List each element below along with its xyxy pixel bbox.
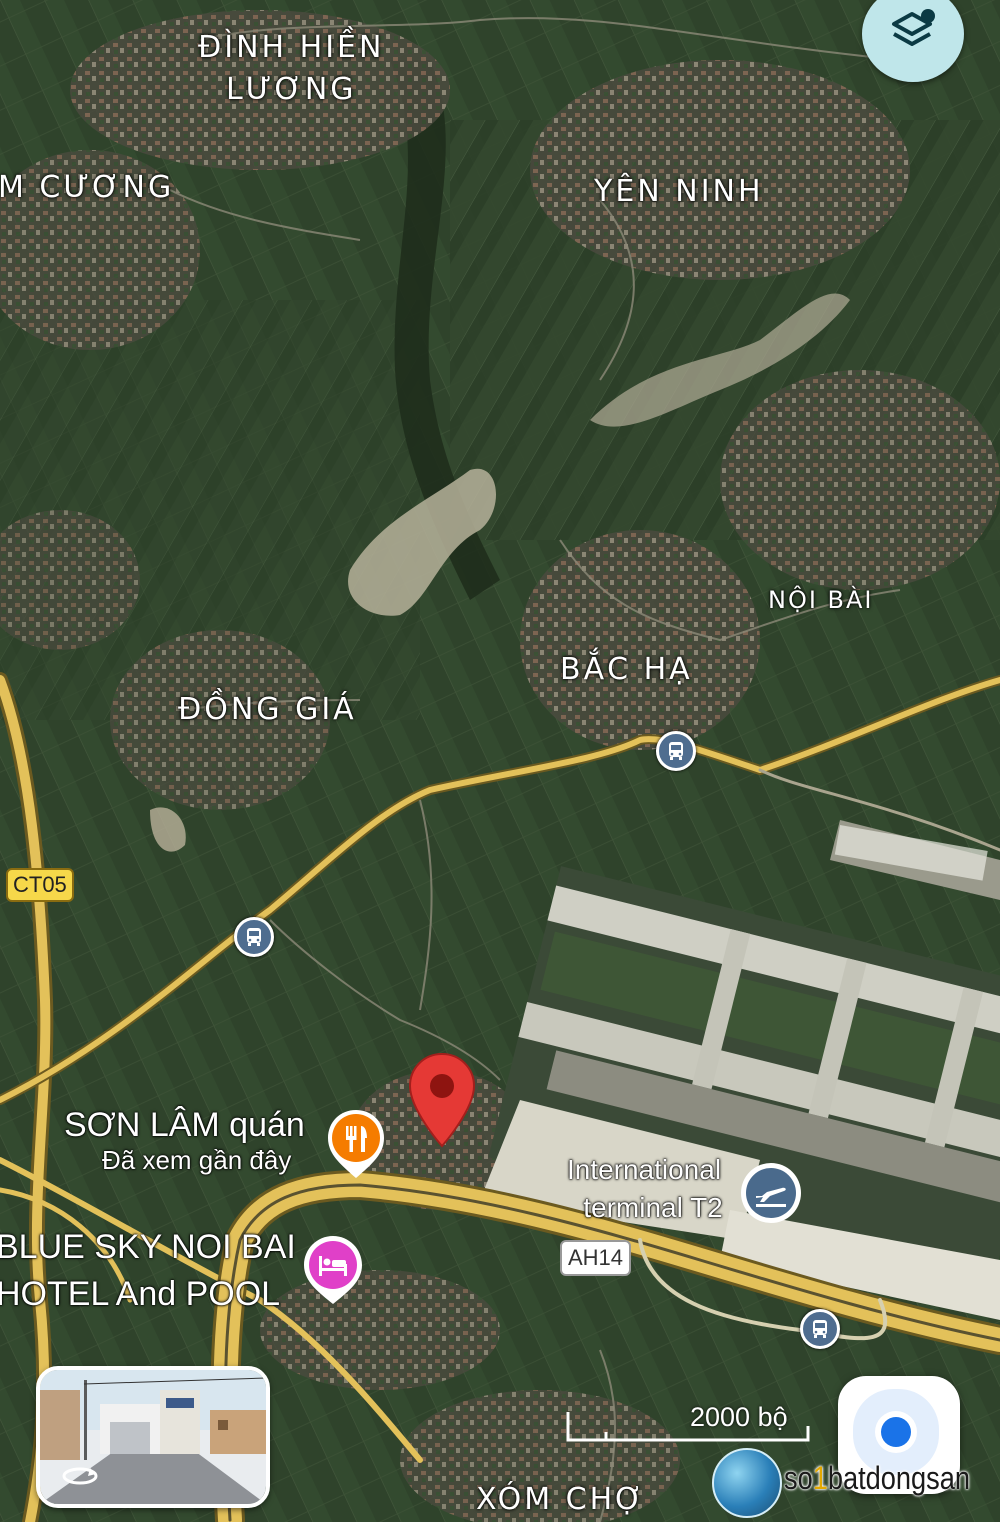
watermark-prefix: so <box>784 1460 813 1496</box>
place-yen-ninh-label: YÊN NINH <box>594 174 764 209</box>
my-location-icon <box>881 1417 911 1447</box>
bus-stop-icon[interactable] <box>656 731 696 771</box>
place-bac-ha[interactable]: BẮC HẠ <box>560 652 693 688</box>
place-dinh-hien-luong-line2: LƯƠNG <box>226 72 357 107</box>
poi-terminal-t2[interactable]: International terminal T2 <box>556 1154 732 1224</box>
place-xom-cho-label: XÓM CHỢ <box>476 1482 646 1517</box>
airport-icon[interactable] <box>740 1162 802 1224</box>
poi-blue-sky-line1: BLUE SKY NOI BAI <box>0 1228 296 1266</box>
place-m-cuong[interactable]: M CƯƠNG <box>0 170 174 206</box>
layers-button[interactable] <box>862 0 964 82</box>
street-view-rotate-icon <box>62 1467 98 1485</box>
bus-stop-icon[interactable] <box>800 1309 840 1349</box>
place-m-cuong-label: M CƯƠNG <box>0 170 175 205</box>
poi-terminal-line2: terminal T2 <box>583 1192 723 1223</box>
place-dinh-hien-luong-line1: ĐÌNH HIỀN <box>198 30 385 65</box>
place-noi-bai[interactable]: NỘI BÀI <box>768 586 874 615</box>
place-yen-ninh[interactable]: YÊN NINH <box>594 174 764 210</box>
watermark: so1batdongsan <box>784 1460 970 1497</box>
poi-son-lam-subtitle: Đã xem gần đây <box>102 1145 292 1175</box>
poi-terminal-line1: International <box>566 1154 722 1185</box>
place-dong-gia[interactable]: ĐỒNG GIÁ <box>178 692 357 728</box>
dropped-pin-icon[interactable] <box>408 1052 476 1148</box>
place-dinh-hien-luong-line2-wrap[interactable]: LƯƠNG <box>226 72 357 108</box>
place-bac-ha-label: BẮC HẠ <box>560 652 693 687</box>
place-dinh-hien-luong[interactable]: ĐÌNH HIỀN <box>198 30 384 66</box>
layers-icon <box>892 9 935 46</box>
bus-stop-icon[interactable] <box>234 917 274 957</box>
restaurant-icon[interactable] <box>326 1108 386 1180</box>
place-noi-bai-label: NỘI BÀI <box>768 586 874 614</box>
hotel-icon[interactable] <box>302 1234 364 1306</box>
road-shield-ah14: AH14 <box>560 1240 632 1276</box>
poi-son-lam-title: SƠN LÂM quán <box>64 1106 305 1144</box>
watermark-suffix: batdongsan <box>827 1460 971 1496</box>
scale-bar <box>566 1412 810 1444</box>
poi-blue-sky[interactable]: BLUE SKY NOI BAI HOTEL And POOL <box>0 1228 296 1314</box>
poi-blue-sky-line2: HOTEL And POOL <box>0 1275 281 1313</box>
place-dong-gia-label: ĐỒNG GIÁ <box>178 692 357 727</box>
road-shield-ct05: CT05 <box>6 868 74 902</box>
watermark-digit: 1 <box>812 1460 828 1496</box>
globe-logo-icon <box>712 1448 782 1518</box>
street-view-thumbnail[interactable] <box>36 1366 270 1508</box>
poi-son-lam[interactable]: SƠN LÂM quán Đã xem gần đây <box>64 1106 305 1176</box>
place-xom-cho[interactable]: XÓM CHỢ <box>476 1482 646 1518</box>
